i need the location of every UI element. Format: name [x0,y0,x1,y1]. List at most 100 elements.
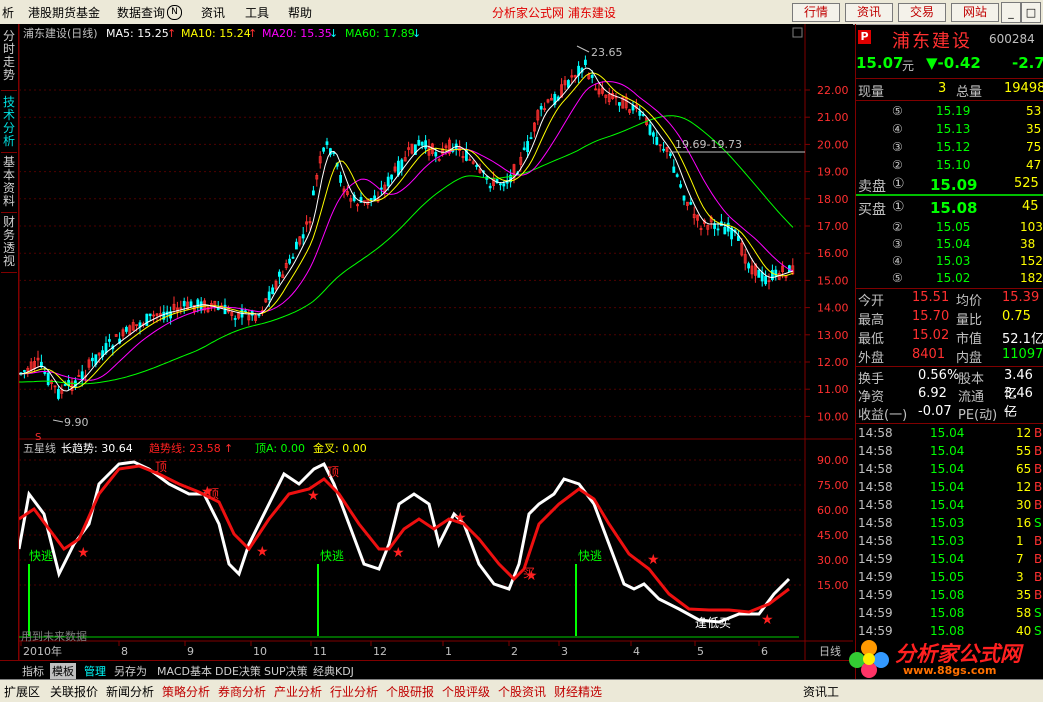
watermark-url: www.88gs.com [903,664,997,677]
quote-panel: P 浦东建设 600284 15.07 元 ▼-0.42 -2.7 现量 3 总… [855,24,1043,679]
tab-save-as[interactable]: 另存为 [114,663,147,679]
menu-item-hk-futures[interactable]: 港股期货基金 [28,4,100,21]
stat2-row: 净资 6.92 流通 3.46亿 [858,386,1033,420]
x-tick-label: 2 [511,645,518,658]
tab-manage[interactable]: 管理 [84,663,106,679]
link-research[interactable]: 个股研报 [386,683,434,700]
menu-item-tools[interactable]: 工具 [245,4,269,21]
top-a-label: 顶A: 0.00 [255,442,305,455]
star-icon: ★ [201,484,214,500]
menu-item-data-query[interactable]: 数据查询 [117,4,165,21]
link-broker[interactable]: 券商分析 [218,683,266,700]
x-tick-label: 10 [253,645,267,658]
link-sector[interactable]: 行业分析 [330,683,378,700]
top-label-1: 顶 [155,460,167,474]
candle-body [771,270,774,280]
trade-button[interactable]: 交易 [898,3,946,22]
link-related-quote[interactable]: 关联报价 [50,683,98,700]
maximize-icon[interactable]: □ [1021,2,1041,23]
y-tick-label: 18.00 [817,193,849,206]
candle-body [655,137,659,145]
trend-line-label: 趋势线: 23.58 [149,441,221,455]
x-tick-label: 6 [761,645,768,658]
ma5-label: MA5: 15.25 [106,27,169,40]
candle-body [522,147,526,150]
star-icon: ★ [77,545,90,561]
candle-body [420,141,424,146]
kline-chart[interactable]: 22.00 21.00 20.00 19.00 18.00 17.00 16.00 15.00… [19,24,853,660]
y-tick-label: 17.00 [817,220,849,233]
bottom-link-bar: 扩展区 关联报价 新闻分析 策略分析 券商分析 产业分析 行业分析 个股研报 个… [0,679,1043,702]
candle-body [189,301,193,307]
x-tick-label: 11 [313,645,327,658]
x-tick-label: 9 [187,645,194,658]
candle-body [257,314,261,317]
link-industry-chain[interactable]: 产业分析 [274,683,322,700]
menu-item-news[interactable]: 资讯 [201,4,225,21]
candle-body [764,275,767,285]
candle-body [390,174,394,180]
menu-item-help[interactable]: 帮助 [288,4,312,21]
candle-body [747,263,750,269]
buy-low-label: 逢低买 [695,616,731,630]
indicator-y-tick-label: 60.00 [817,504,849,517]
current-vol-label: 现量 [858,85,885,100]
tab-template[interactable]: 模板 [50,663,76,679]
total-vol-label: 总量 [956,85,983,100]
link-extension[interactable]: 扩展区 [4,683,40,700]
tick-row: 14:58 15.03 1 B [858,534,1043,548]
website-button[interactable]: 网站 [951,3,999,22]
link-finance-picks[interactable]: 财经精选 [554,683,602,700]
x-tick-label: 2010年 [23,644,62,658]
star-icon: ★ [525,568,538,584]
flower-logo-icon [849,640,889,678]
candle-body [662,148,665,151]
price-unit: 元 [902,59,915,73]
buy-row: ④ 15.03 152 [892,254,1043,268]
indicator-name: 五星线 [23,441,56,455]
trend-up-arrow: ↑ [224,442,233,455]
stat2-row: 收益(一) -0.07 PE(动) — [858,404,1017,423]
quote-button[interactable]: 行情 [792,3,840,22]
tab-basic-info[interactable]: 基本资料 [1,152,17,213]
x-tick-label: 3 [561,645,568,658]
tab-intraday[interactable]: 分时走势 [1,26,17,91]
exchange-logo-icon: P [858,30,871,44]
total-vol: 19498 [1004,81,1043,96]
link-news-analysis[interactable]: 新闻分析 [106,683,154,700]
tab-dde[interactable]: DDE决策 [215,663,261,679]
candle-body [339,174,343,183]
candle-body [145,313,149,326]
news-button[interactable]: 资讯 [845,3,893,22]
link-rating[interactable]: 个股评级 [442,683,490,700]
link-strategy[interactable]: 策略分析 [162,683,210,700]
tab-macd-basic[interactable]: MACD基本 [157,663,212,679]
tab-indicator[interactable]: 指标 [22,663,44,679]
candle-body [672,166,676,173]
candle-body [301,234,305,239]
tab-technical[interactable]: 技术分析 [1,92,17,153]
tick-row: 14:58 15.04 12 B [858,426,1043,440]
menu-item-analysis[interactable]: 析 [2,4,14,21]
escape-label-3: 快逃 [578,549,602,563]
minimize-icon[interactable]: _ [1001,2,1021,23]
link-info-tools[interactable]: 资讯工 [803,683,839,700]
candle-body [529,137,533,139]
tab-financial[interactable]: 财务透视 [1,212,17,273]
candle-body [488,185,492,189]
ma60-label: MA60: 17.89 [345,27,415,40]
candle-body [584,59,587,66]
candle-body [526,141,530,153]
tab-sup[interactable]: SUP决策 [264,663,308,679]
link-stock-news[interactable]: 个股资讯 [498,683,546,700]
candle-body [669,153,672,157]
top-label-3: 顶 [327,465,339,479]
price-change-pct: -2.7 [1012,54,1043,72]
ma20-label: MA20: 15.35 [262,27,332,40]
candle-body [539,106,543,110]
y-tick-label: 10.00 [817,410,849,423]
buy-row: ② 15.05 103 [892,220,1043,234]
y-tick-label: 16.00 [817,247,849,260]
tab-kdj[interactable]: 经典KDJ [313,663,354,679]
indicator-y-tick-label: 30.00 [817,554,849,567]
